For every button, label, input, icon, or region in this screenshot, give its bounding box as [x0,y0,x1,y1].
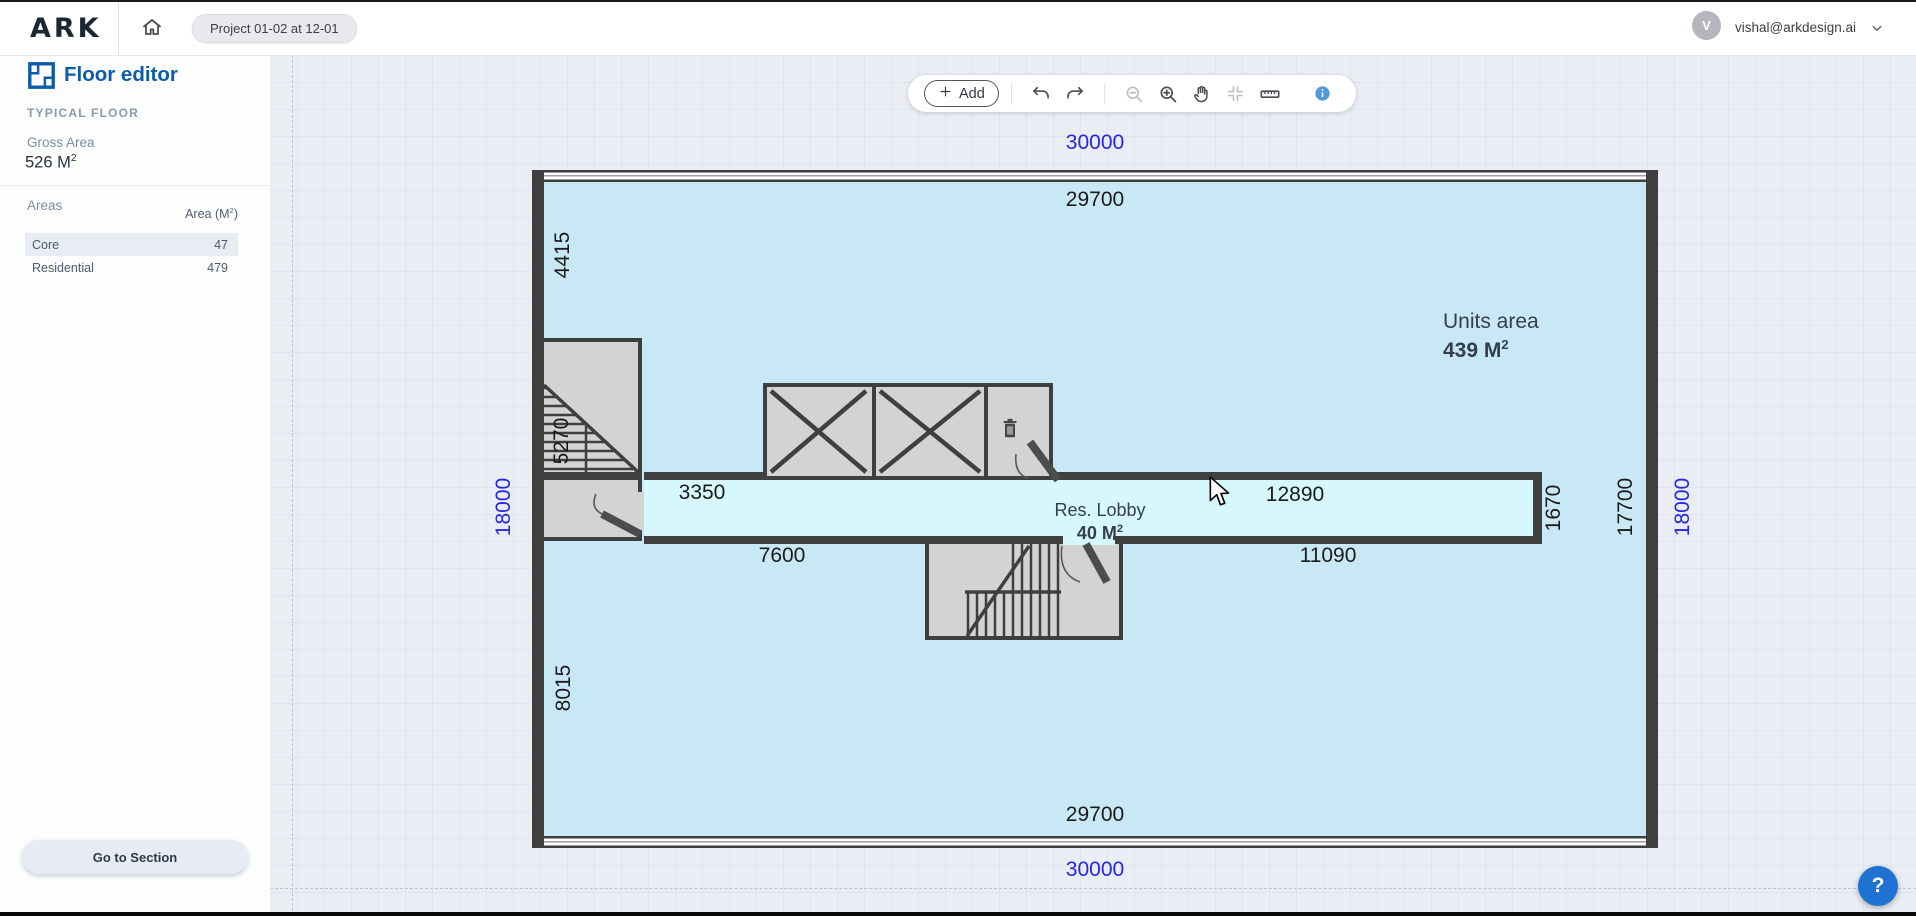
res-lobby-label: Res. Lobby 40 M2 [1054,501,1145,543]
units-area-value: 439 M2 [1443,333,1539,362]
dim-below-corridor-right: 11090 [1300,544,1357,568]
dim-corridor-right: 12890 [1266,483,1324,507]
dim-top-inner: 29700 [1066,188,1124,212]
zoom-in-button[interactable] [1158,84,1178,104]
table-row-residential[interactable]: Residential 479 [25,256,238,279]
gross-area-value: 526 M2 [25,153,77,173]
project-breadcrumb[interactable]: Project 01-02 at 12-01 [192,14,357,43]
gross-area-label: Gross Area [27,135,95,150]
brand-logo[interactable]: ARK [30,13,102,44]
dim-stair-height: 5270 [550,418,574,465]
undo-button[interactable] [1031,84,1051,104]
page-title: Floor editor [64,63,178,87]
dim-below-corridor-left: 7600 [759,544,806,568]
info-button[interactable] [1313,84,1333,104]
dashed-guide-horizontal [270,888,1916,889]
area-row-value: 479 [207,261,228,275]
user-email: vishal@arkdesign.ai [1735,20,1856,35]
zoom-in-icon [1158,84,1178,104]
res-lobby-value: 40 M2 [1054,520,1145,543]
floor-plan-icon [28,62,55,89]
dim-left-bottom: 8015 [552,665,576,712]
collapse-arrows-icon [1226,84,1245,103]
avatar[interactable]: V [1692,11,1721,40]
dim-left-top: 4415 [551,232,575,279]
canvas-toolbar: Add [908,75,1356,112]
dim-corridor-left: 3350 [679,481,726,505]
chevron-down-icon[interactable] [1868,19,1886,37]
units-area-label: Units area 439 M2 [1443,310,1539,362]
home-button[interactable] [136,12,168,44]
area-row-name: Core [32,238,59,252]
areas-table: Core 47 Residential 479 [25,233,238,279]
table-row-core[interactable]: Core 47 [25,233,238,256]
dim-right-inner: 17700 [1614,478,1638,536]
areas-column-header: Area (M2) [26,206,238,221]
sidebar: Floor editor TYPICAL FLOOR Gross Area 52… [0,55,271,916]
door-vestibule [588,488,648,542]
sidebar-divider [0,185,270,186]
corridor-end-wall[interactable] [1533,472,1542,544]
dim-right-overall: 18000 [1671,478,1695,536]
add-button-label: Add [959,86,985,102]
header-divider [118,0,119,55]
redo-button[interactable] [1065,84,1085,104]
undo-icon [1031,84,1051,104]
go-to-section-button[interactable]: Go to Section [22,840,248,874]
door-trash-room [1006,432,1066,488]
info-icon [1313,84,1332,103]
add-button[interactable]: Add [924,80,999,107]
top-bar: ARK Project 01-02 at 12-01 V vishal@arkd… [0,0,1916,56]
dashed-guide-vertical [292,55,293,916]
floor-type-label: TYPICAL FLOOR [27,106,139,120]
redo-icon [1065,84,1085,104]
zoom-out-icon [1124,84,1144,104]
measure-button[interactable] [1260,84,1280,104]
home-icon [140,15,164,42]
wall-bottom-windows[interactable] [544,836,1646,848]
wall-top-windows[interactable] [544,170,1646,182]
corridor-wall-bottom-right[interactable] [1113,536,1542,544]
area-row-name: Residential [32,261,94,275]
wall-right[interactable] [1646,170,1658,848]
area-row-value: 47 [214,238,228,252]
fit-view-button[interactable] [1226,84,1246,104]
dim-bottom-overall: 30000 [1066,858,1124,882]
dim-corridor-width: 1670 [1542,485,1566,532]
hand-icon [1192,84,1212,104]
ruler-icon [1259,83,1281,105]
plus-icon [938,84,953,103]
res-lobby-title: Res. Lobby [1054,501,1145,520]
window-bottom-edge [0,912,1916,916]
floor-editor-canvas[interactable]: Add [270,55,1916,916]
toolbar-separator [1011,83,1012,105]
dim-bottom-inner: 29700 [1066,803,1124,827]
dim-top-overall: 30000 [1066,131,1124,155]
pan-hand-button[interactable] [1192,84,1212,104]
help-button[interactable]: ? [1858,866,1898,906]
zoom-out-button[interactable] [1124,84,1144,104]
dim-left-overall: 18000 [492,478,516,536]
toolbar-separator [1104,83,1105,105]
mouse-cursor [1208,476,1234,508]
units-area-title: Units area [1443,310,1539,333]
window-top-edge [0,0,1916,2]
